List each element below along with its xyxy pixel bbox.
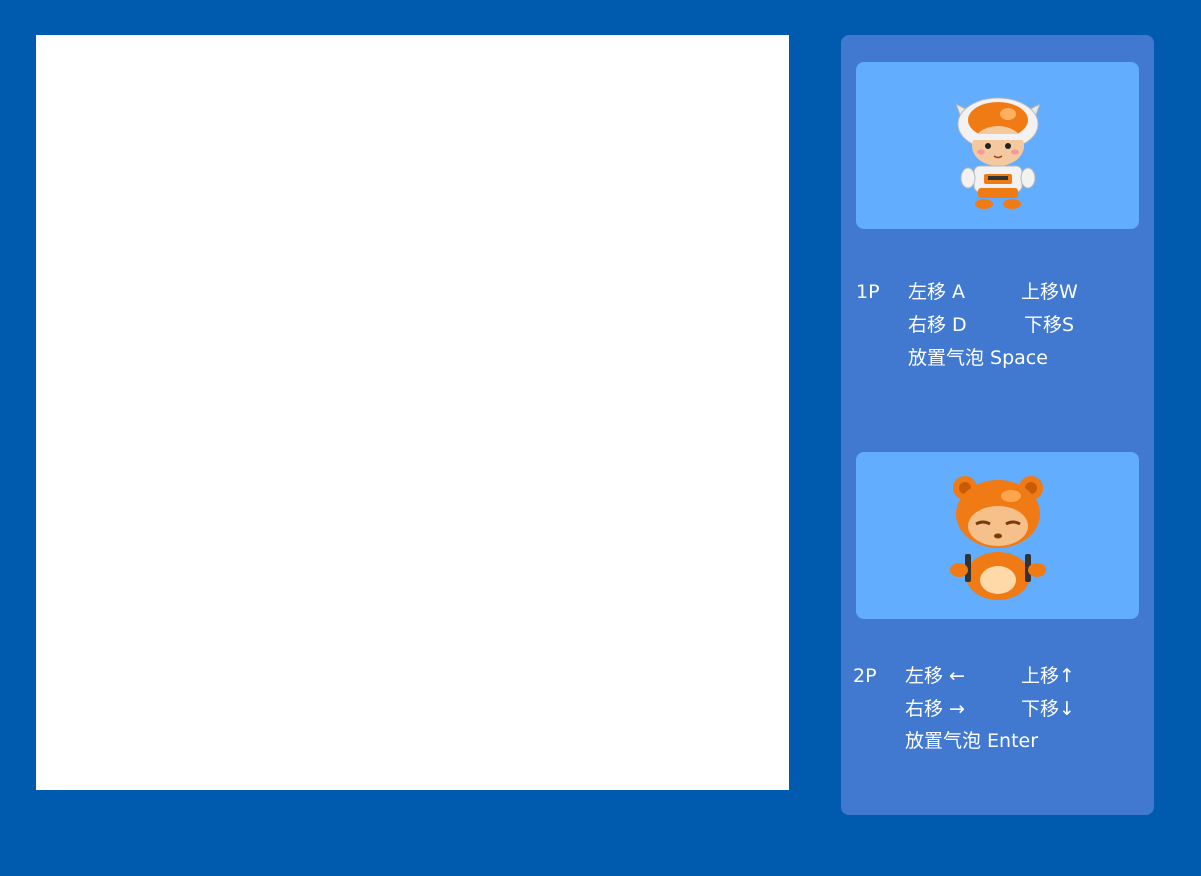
player2-left-key: 左移 ← <box>905 665 965 687</box>
game-board[interactable] <box>36 35 789 790</box>
player2-right-key: 右移 → <box>905 698 965 720</box>
player2-up-key: 上移↑ <box>1021 665 1075 687</box>
player2-down-key: 下移↓ <box>1021 698 1075 720</box>
player2-controls: 2P 左移 ← 上移↑ 右移 → 下移↓ 放置气泡 Enter <box>841 35 1154 775</box>
player2-label: 2P <box>853 665 877 687</box>
player2-bubble-key: 放置气泡 Enter <box>905 730 1039 752</box>
player-info-panel: 1P 左移 A 上移W 右移 D 下移S 放置气泡 Space 2P 左移 ← … <box>841 35 1154 815</box>
